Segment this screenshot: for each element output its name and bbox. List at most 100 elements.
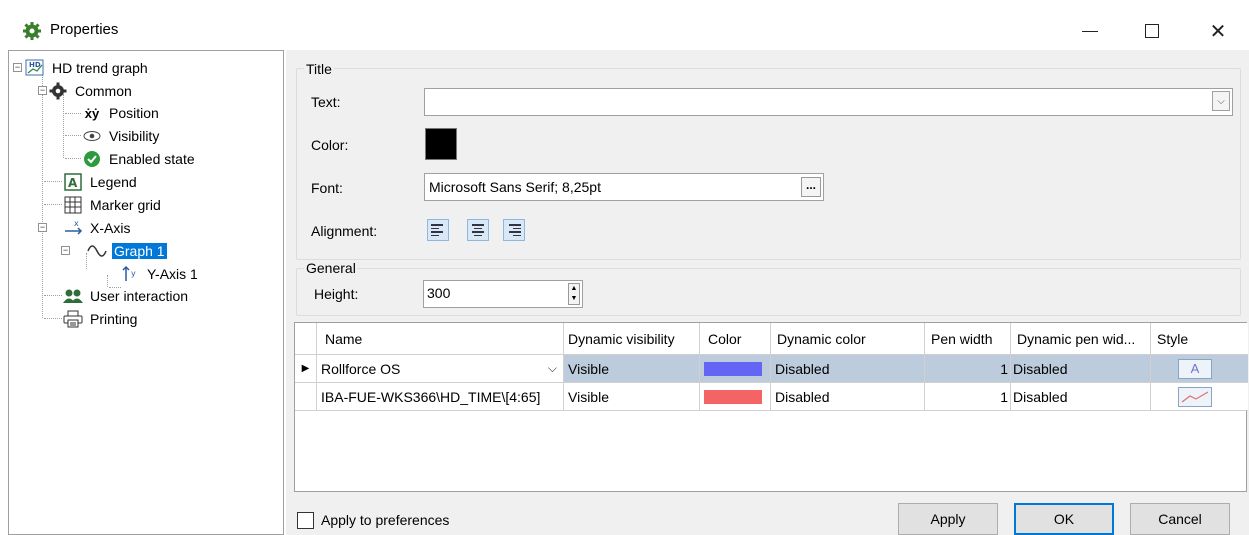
table-row-1-style[interactable]: A [1151, 355, 1248, 383]
color-swatch [704, 361, 762, 376]
tree-line [42, 72, 43, 318]
chevron-down-icon[interactable]: ⌵ [1212, 91, 1230, 111]
grid-icon [63, 196, 83, 214]
title-text-combo[interactable]: ⌵ [424, 88, 1233, 116]
tree-item-hd-trend-graph[interactable]: HD HD trend graph [25, 57, 150, 79]
general-group-label: General [304, 260, 358, 276]
tree-item-label: Common [75, 83, 132, 99]
table-row-2-dynamic-pen-width[interactable]: Disabled [1011, 383, 1151, 411]
tree-line [65, 113, 81, 114]
legend-icon: A [63, 173, 83, 191]
align-left-button[interactable] [427, 219, 449, 241]
xy-position-icon: ẋẏ [84, 105, 100, 121]
maximize-button[interactable] [1130, 16, 1174, 46]
font-value: Microsoft Sans Serif; 8,25pt [429, 179, 601, 195]
tree-item-label: X-Axis [90, 220, 131, 236]
table-row-1-name[interactable]: Rollforce OS ⌵ [317, 355, 564, 383]
tree-item-label: Visibility [109, 128, 160, 144]
svg-text:A: A [68, 176, 78, 190]
tree-line [44, 181, 62, 182]
tree-item-user-interaction[interactable]: User interaction [63, 285, 190, 307]
column-header-style[interactable]: Style [1151, 323, 1248, 355]
gear-icon [23, 22, 41, 40]
svg-text:x: x [74, 219, 79, 228]
tree-line [44, 295, 62, 296]
tree-item-label: HD trend graph [52, 60, 148, 76]
font-field[interactable]: Microsoft Sans Serif; 8,25pt ... [424, 173, 824, 201]
tree-item-legend[interactable]: A Legend [63, 171, 139, 193]
column-header-dynamic-color[interactable]: Dynamic color [771, 323, 925, 355]
printer-icon [63, 310, 83, 328]
table-row-2-color[interactable] [700, 383, 771, 411]
maximize-icon [1145, 24, 1159, 38]
text-label: Text: [311, 94, 341, 110]
column-header-color[interactable]: Color [700, 323, 771, 355]
align-right-button[interactable] [503, 219, 525, 241]
tree-item-label: Position [109, 105, 159, 121]
column-header-pen-width[interactable]: Pen width [925, 323, 1011, 355]
apply-button[interactable]: Apply [898, 503, 998, 535]
style-preview-icon: A [1178, 358, 1212, 379]
title-color-swatch[interactable] [425, 128, 457, 160]
minimize-button[interactable] [1068, 16, 1112, 46]
hd-graph-icon: HD [25, 59, 45, 77]
column-header-name[interactable]: Name [317, 323, 564, 355]
tree-item-label: Marker grid [90, 197, 161, 213]
table-row-2-visibility[interactable]: Visible [564, 383, 700, 411]
line-style-preview-icon [1178, 386, 1212, 407]
table-row-1-dynamic-color[interactable]: Disabled [771, 355, 925, 383]
align-center-button[interactable] [467, 219, 489, 241]
column-header-dynamic-visibility[interactable]: Dynamic visibility [564, 323, 700, 355]
tree-item-x-axis[interactable]: x X-Axis [63, 217, 132, 239]
properties-window: Properties ✕ − − − − HD HD trend graph C… [0, 0, 1249, 535]
height-value: 300 [427, 285, 451, 301]
table-row-1-pen-width[interactable]: 1 [925, 355, 1011, 383]
graph-grid[interactable]: Name Dynamic visibility Color Dynamic co… [294, 322, 1248, 492]
collapse-toggle[interactable]: − [61, 246, 70, 255]
chevron-down-icon[interactable]: ⌵ [548, 361, 557, 376]
table-row-1-color[interactable] [700, 355, 771, 383]
ok-button[interactable]: OK [1014, 503, 1114, 535]
tree-line [63, 94, 64, 158]
title-group-label: Title [304, 61, 334, 77]
gear-icon [48, 82, 68, 100]
users-icon [63, 287, 83, 305]
table-row-1-dynamic-pen-width[interactable]: Disabled [1011, 355, 1151, 383]
table-row-2-pen-width[interactable]: 1 [925, 383, 1011, 411]
font-label: Font: [311, 180, 343, 196]
stepper-arrows-icon[interactable]: ▲ ▼ [568, 283, 580, 305]
svg-text:y: y [131, 269, 136, 278]
tree-item-position[interactable]: ẋẏ Position [82, 102, 161, 124]
tree-item-graph-1[interactable]: Graph 1 [87, 240, 167, 262]
window-top-edge [0, 0, 1249, 12]
sine-wave-icon [87, 242, 107, 260]
eye-icon [82, 127, 102, 145]
apply-preferences-checkbox[interactable] [297, 512, 314, 529]
check-circle-icon [82, 150, 102, 168]
column-header-dynamic-pen-width[interactable]: Dynamic pen wid... [1011, 323, 1151, 355]
table-row-2-style[interactable] [1151, 383, 1248, 411]
table-row-1-visibility[interactable]: Visible [564, 355, 700, 383]
table-row-2-name[interactable]: IBA-FUE-WKS366\HD_TIME\[4:65] [317, 383, 564, 411]
collapse-toggle[interactable]: − [38, 223, 47, 232]
tree-item-common[interactable]: Common [48, 80, 134, 102]
cancel-button[interactable]: Cancel [1130, 503, 1230, 535]
tree-item-enabled-state[interactable]: Enabled state [82, 148, 197, 170]
font-browse-button[interactable]: ... [801, 177, 821, 197]
title-bar: Properties ✕ [0, 12, 1249, 50]
color-swatch [704, 389, 762, 404]
collapse-toggle[interactable]: − [13, 63, 22, 72]
collapse-toggle[interactable]: − [38, 86, 47, 95]
height-label: Height: [314, 286, 359, 302]
row-selector[interactable] [295, 383, 317, 411]
height-stepper[interactable]: 300 ▲ ▼ [423, 280, 583, 308]
tree-item-marker-grid[interactable]: Marker grid [63, 194, 163, 216]
tree-item-label: User interaction [90, 288, 189, 304]
property-tree[interactable]: − − − − HD HD trend graph Common ẋẏ Posi… [8, 50, 284, 535]
close-button[interactable]: ✕ [1196, 16, 1240, 46]
tree-item-printing[interactable]: Printing [63, 308, 139, 330]
table-row-2-dynamic-color[interactable]: Disabled [771, 383, 925, 411]
tree-item-visibility[interactable]: Visibility [82, 125, 161, 147]
tree-item-y-axis-1[interactable]: y Y-Axis 1 [120, 263, 200, 285]
row-selector-current[interactable]: ▶ [295, 355, 317, 383]
